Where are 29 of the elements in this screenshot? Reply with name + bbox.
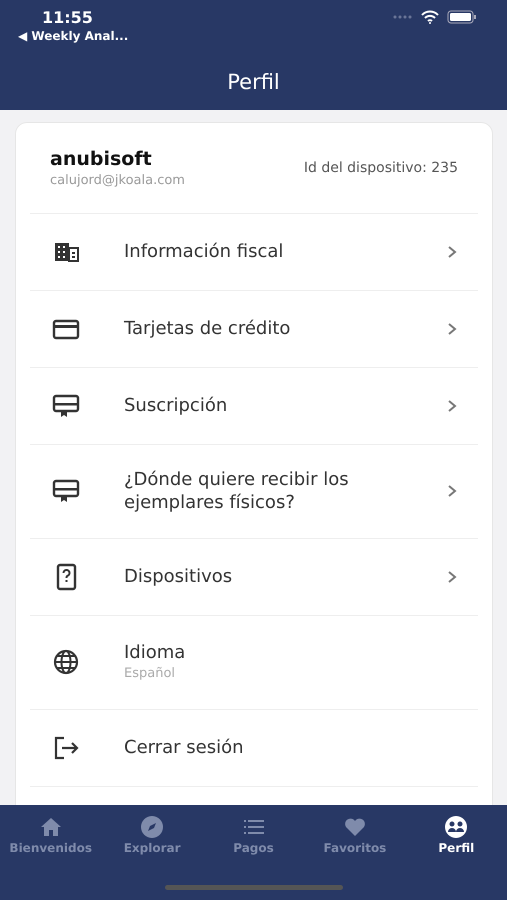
user-email: calujord@jkoala.com: [50, 172, 185, 190]
menu-item-label: Suscripción: [124, 394, 228, 417]
menu-item-label: Información fiscal: [124, 240, 284, 263]
menu-item-label: ¿Dónde quiere recibir los ejemplares físicos?: [124, 468, 350, 514]
menu-item[interactable]: ¿Dónde quiere recibir los ejemplares físicos?: [30, 444, 478, 538]
menu-item-label: Idioma: [124, 640, 186, 664]
globe-icon: [52, 648, 80, 676]
menu-item[interactable]: Suscripción: [30, 368, 478, 444]
menu-item[interactable]: Dispositivos: [30, 538, 478, 616]
device-id: Id del dispositivo: 235: [304, 159, 458, 178]
menu-item-label: Tarjetas de crédito: [124, 317, 292, 340]
clock: 11:55: [41, 8, 94, 28]
signal-icon: [393, 15, 413, 19]
menu-item-label: Dispositivos: [124, 565, 234, 588]
tab-button[interactable]: Perfil: [406, 805, 507, 857]
certificate-icon: [52, 477, 80, 505]
page-title: Perfil: [227, 70, 280, 94]
menu-item[interactable]: Tarjetas de crédito: [30, 290, 478, 368]
menu-item[interactable]: Cerrar sesión: [30, 710, 478, 786]
wifi-icon: [421, 10, 439, 24]
compass-icon: [139, 815, 166, 839]
menu-item[interactable]: Idioma Español: [30, 616, 478, 710]
menu-item-value: Español: [124, 664, 176, 683]
people-icon: [443, 815, 470, 839]
user-name: anubisoft: [50, 147, 153, 171]
menu-item-label: Cerrar sesión: [124, 736, 245, 759]
back-to-app-link[interactable]: ◀ Weekly Anal...: [18, 28, 128, 44]
battery-icon: [447, 10, 477, 24]
menu-item[interactable]: Información fiscal: [30, 214, 478, 290]
